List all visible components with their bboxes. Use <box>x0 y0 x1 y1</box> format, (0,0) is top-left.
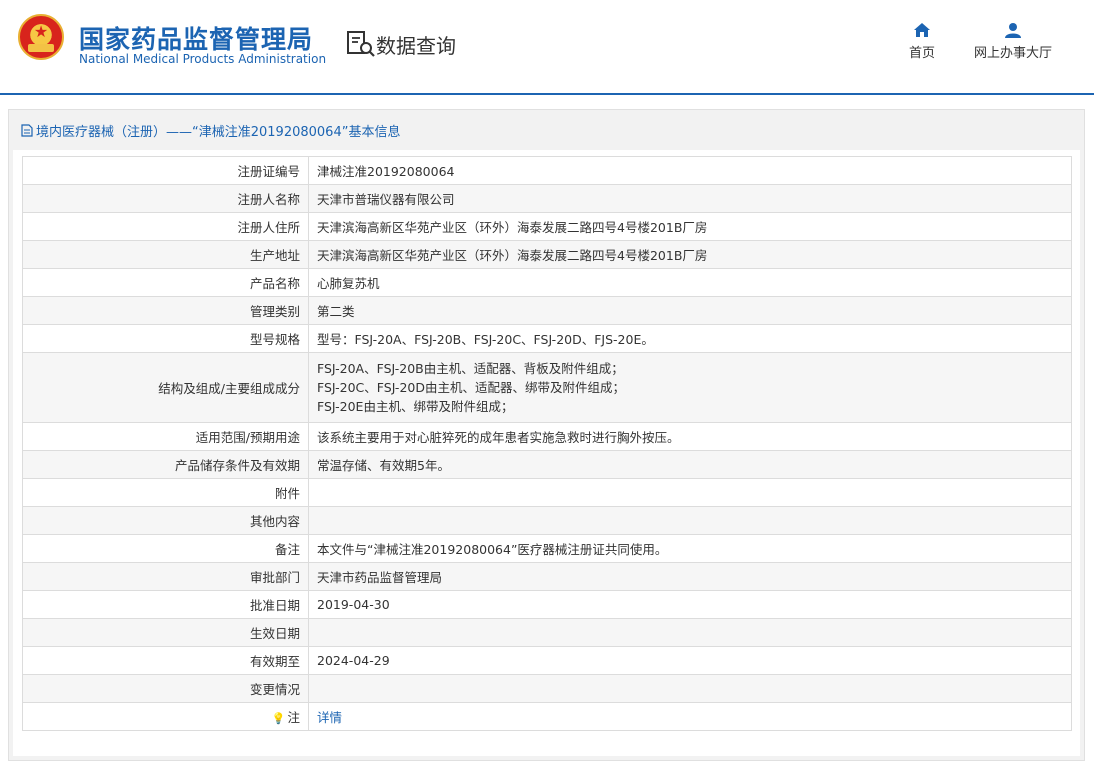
table-row: 审批部门 天津市药品监督管理局 <box>22 562 1072 591</box>
org-name-cn: 国家药品监督管理局 <box>79 25 314 54</box>
row-label: 有效期至 <box>22 646 309 675</box>
row-label: 变更情况 <box>22 674 309 703</box>
row-value: 常温存储、有效期5年。 <box>308 450 1072 479</box>
row-value: 该系统主要用于对心脏猝死的成年患者实施急救时进行胸外按压。 <box>308 422 1072 451</box>
table-row: 产品储存条件及有效期 常温存储、有效期5年。 <box>22 450 1072 479</box>
table-row: 注册人住所 天津滨海高新区华苑产业区（环外）海泰发展二路四号4号楼201B厂房 <box>22 212 1072 241</box>
table-row: 生效日期 <box>22 618 1072 647</box>
document-icon <box>21 123 33 137</box>
record-container: 注册证编号 津械注准20192080064 注册人名称 天津市普瑞仪器有限公司 … <box>13 150 1080 756</box>
table-row: 型号规格 型号：FSJ-20A、FSJ-20B、FSJ-20C、FSJ-20D、… <box>22 324 1072 353</box>
row-value: FSJ-20A、FSJ-20B由主机、适配器、背板及附件组成； FSJ-20C、… <box>308 352 1072 423</box>
row-label: 注册证编号 <box>22 156 309 185</box>
data-query-icon <box>347 31 375 57</box>
composition-line: FSJ-20A、FSJ-20B由主机、适配器、背板及附件组成； <box>317 361 624 376</box>
table-row: 变更情况 <box>22 674 1072 703</box>
table-row: 备注 本文件与“津械注准20192080064”医疗器械注册证共同使用。 <box>22 534 1072 563</box>
table-row: 生产地址 天津滨海高新区华苑产业区（环外）海泰发展二路四号4号楼201B厂房 <box>22 240 1072 269</box>
table-row: 注册证编号 津械注准20192080064 <box>22 156 1072 185</box>
row-label: 型号规格 <box>22 324 309 353</box>
composition-line: FSJ-20C、FSJ-20D由主机、适配器、绑带及附件组成； <box>317 380 625 395</box>
table-row: 适用范围/预期用途 该系统主要用于对心脏猝死的成年患者实施急救时进行胸外按压。 <box>22 422 1072 451</box>
table-row: 产品名称 心肺复苏机 <box>22 268 1072 297</box>
table-row: 有效期至 2024-04-29 <box>22 646 1072 675</box>
row-value: 津械注准20192080064 <box>308 156 1072 185</box>
nav-online-service-hall[interactable]: 网上办事大厅 <box>968 22 1058 61</box>
row-label: 适用范围/预期用途 <box>22 422 309 451</box>
nav-online-service-hall-label: 网上办事大厅 <box>973 46 1052 61</box>
org-name-en: National Medical Products Administration <box>79 52 327 66</box>
row-label: 产品储存条件及有效期 <box>22 450 309 479</box>
row-value <box>308 506 1072 535</box>
lightbulb-icon: 💡 <box>271 712 286 725</box>
table-row: 💡 注 详情 <box>22 702 1072 731</box>
section-title: 数据查询 <box>376 34 456 58</box>
table-row: 其他内容 <box>22 506 1072 535</box>
row-value <box>308 618 1072 647</box>
record-table: 注册证编号 津械注准20192080064 注册人名称 天津市普瑞仪器有限公司 … <box>22 156 1072 731</box>
row-value: 天津滨海高新区华苑产业区（环外）海泰发展二路四号4号楼201B厂房 <box>308 212 1072 241</box>
row-label: 注册人名称 <box>22 184 309 213</box>
row-label: 生产地址 <box>22 240 309 269</box>
table-row: 附件 <box>22 478 1072 507</box>
site-header: ★ 国家药品监督管理局 National Medical Products Ad… <box>0 0 1094 92</box>
row-value: 型号：FSJ-20A、FSJ-20B、FSJ-20C、FSJ-20D、FJS-2… <box>308 324 1072 353</box>
table-row: 注册人名称 天津市普瑞仪器有限公司 <box>22 184 1072 213</box>
table-row: 批准日期 2019-04-30 <box>22 590 1072 619</box>
row-value: 天津市药品监督管理局 <box>308 562 1072 591</box>
row-label: 备注 <box>22 534 309 563</box>
row-label: 注册人住所 <box>22 212 309 241</box>
detail-panel: 境内医疗器械（注册）——“津械注准20192080064”基本信息 注册证编号 … <box>8 109 1085 761</box>
row-label: 管理类别 <box>22 296 309 325</box>
nav-home[interactable]: 首页 <box>905 22 939 61</box>
row-label: 产品名称 <box>22 268 309 297</box>
row-value: 2019-04-30 <box>308 590 1072 619</box>
user-icon <box>1005 23 1021 38</box>
row-label-note: 💡 注 <box>22 702 309 731</box>
row-label: 批准日期 <box>22 590 309 619</box>
row-label: 附件 <box>22 478 309 507</box>
header-divider <box>0 93 1094 95</box>
nav-home-label: 首页 <box>908 46 935 61</box>
row-label: 结构及组成/主要组成成分 <box>22 352 309 423</box>
table-row: 结构及组成/主要组成成分 FSJ-20A、FSJ-20B由主机、适配器、背板及附… <box>22 352 1072 423</box>
row-value: 本文件与“津械注准20192080064”医疗器械注册证共同使用。 <box>308 534 1072 563</box>
row-value: 详情 <box>308 702 1072 731</box>
row-value: 天津市普瑞仪器有限公司 <box>308 184 1072 213</box>
row-value <box>308 478 1072 507</box>
details-link[interactable]: 详情 <box>317 710 342 725</box>
note-label: 注 <box>287 710 300 725</box>
home-icon <box>914 23 930 37</box>
table-row: 管理类别 第二类 <box>22 296 1072 325</box>
national-emblem-icon: ★ <box>18 14 64 60</box>
row-value <box>308 674 1072 703</box>
row-label: 审批部门 <box>22 562 309 591</box>
row-value: 心肺复苏机 <box>308 268 1072 297</box>
page: ★ 国家药品监督管理局 National Medical Products Ad… <box>0 0 1094 768</box>
row-value: 天津滨海高新区华苑产业区（环外）海泰发展二路四号4号楼201B厂房 <box>308 240 1072 269</box>
panel-title-text: 境内医疗器械（注册）——“津械注准20192080064”基本信息 <box>36 124 401 140</box>
row-label: 其他内容 <box>22 506 309 535</box>
row-value: 第二类 <box>308 296 1072 325</box>
panel-title: 境内医疗器械（注册）——“津械注准20192080064”基本信息 <box>21 120 400 140</box>
row-value: 2024-04-29 <box>308 646 1072 675</box>
composition-line: FSJ-20E由主机、绑带及附件组成； <box>317 399 514 414</box>
row-label: 生效日期 <box>22 618 309 647</box>
